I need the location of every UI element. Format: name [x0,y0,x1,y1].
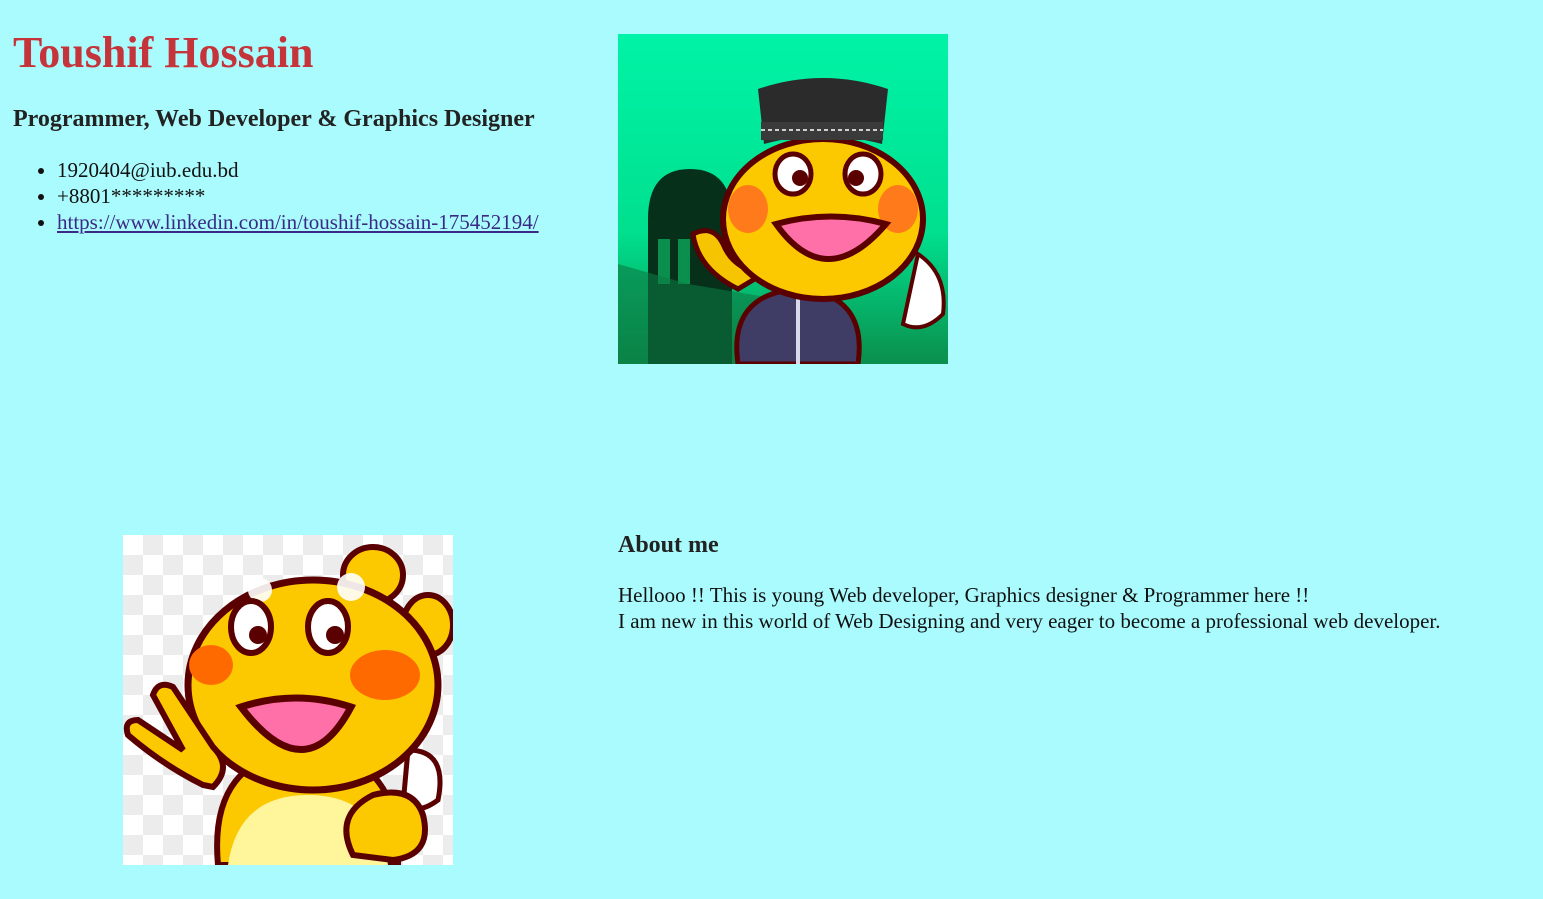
mascot-cap-illustration [618,40,946,364]
linkedin-link[interactable]: https://www.linkedin.com/in/toushif-hoss… [57,210,539,234]
about-line-2: I am new in this world of Web Designing … [618,609,1441,633]
contact-linkedin-item: https://www.linkedin.com/in/toushif-hoss… [57,209,603,235]
about-title: About me [618,532,719,558]
profile-image-bottom [123,535,453,865]
about-text: Hellooo !! This is young Web developer, … [618,582,1518,634]
contact-list: 1920404@iub.edu.bd +8801********* https:… [13,157,603,235]
profile-image-top [618,34,948,364]
page-title: Toushif Hossain [13,28,314,77]
intro-section: Toushif Hossain Programmer, Web Develope… [13,26,603,235]
about-section: About me Hellooo !! This is young Web de… [618,530,1518,634]
contact-email: 1920404@iub.edu.bd [57,157,603,183]
about-line-1: Hellooo !! This is young Web developer, … [618,583,1310,607]
mascot-peace-illustration [123,544,453,865]
tagline: Programmer, Web Developer & Graphics Des… [13,106,535,132]
contact-phone: +8801********* [57,183,603,209]
